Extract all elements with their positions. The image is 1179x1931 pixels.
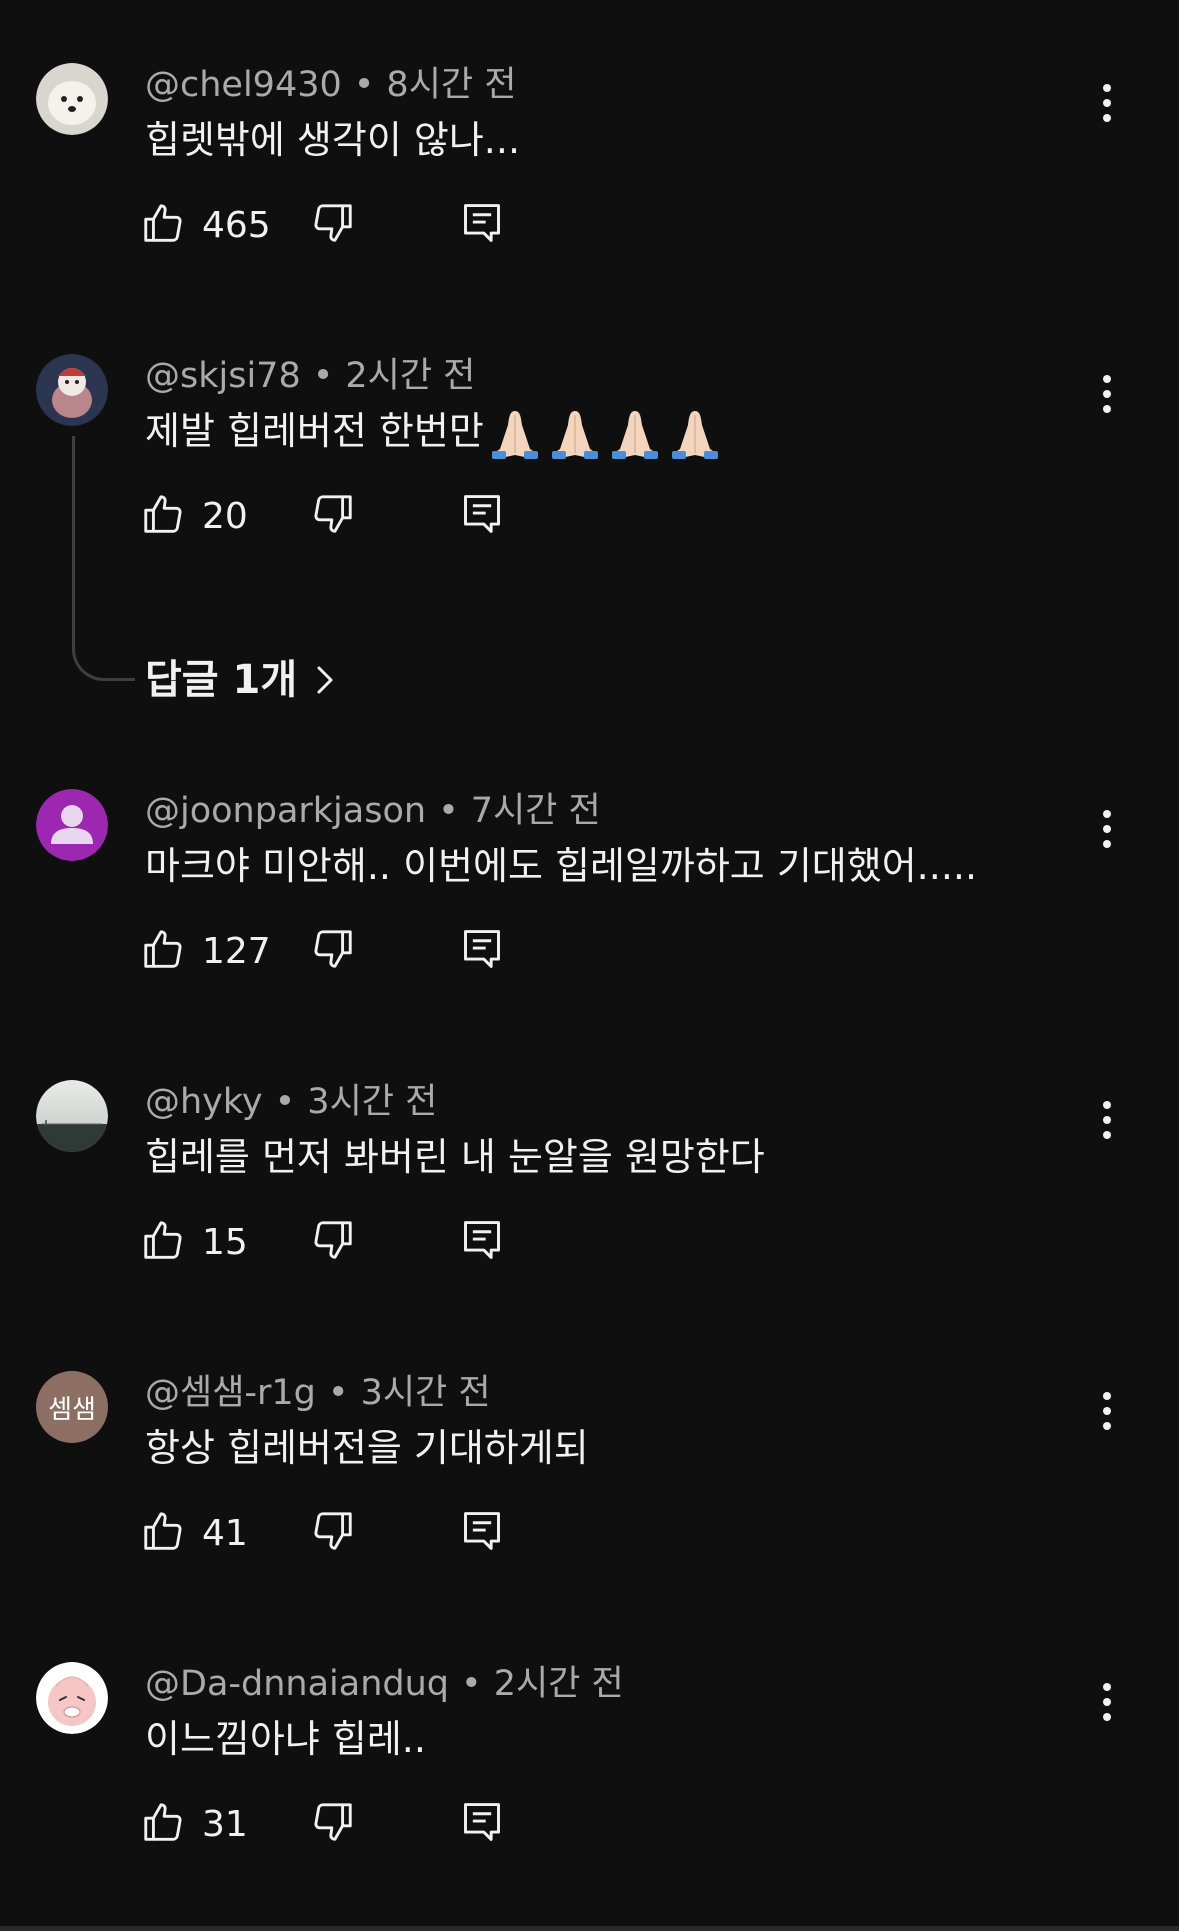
comment-text: 항상 힙레버전을 기대하게되 (145, 1426, 589, 1470)
praying-hands-emoji (488, 407, 728, 461)
comment-meta: @hyky • 3시간 전 (145, 1080, 437, 1124)
comment-time: 3시간 전 (360, 1373, 491, 1413)
more-vertical-icon[interactable] (1090, 1094, 1124, 1146)
comment-author[interactable]: @chel9430 (145, 65, 342, 105)
reply-comment-icon (460, 926, 504, 976)
avatar[interactable] (36, 63, 108, 135)
comment-actions: 31 (140, 1794, 540, 1854)
view-replies-button[interactable]: 답글 1개 (145, 652, 335, 708)
thread-connector (72, 436, 135, 681)
reply-button[interactable] (460, 195, 504, 255)
dislike-button[interactable] (310, 1212, 356, 1272)
comment-text: 마크야 미안해.. 이번에도 힙레일까하고 기대했어..... (145, 844, 978, 888)
chevron-right-icon (315, 664, 335, 696)
thumb-down-icon (310, 1799, 356, 1849)
avatar[interactable] (36, 1080, 108, 1152)
more-vertical-icon[interactable] (1090, 77, 1124, 129)
like-count: 465 (202, 204, 271, 246)
avatar-initials: 셈샘 (48, 1394, 96, 1425)
comment-text: 힙렛밖에 생각이 않나... (145, 118, 521, 162)
comment-time: 3시간 전 (307, 1082, 438, 1122)
reply-button[interactable] (460, 1212, 504, 1272)
like-button[interactable]: 127 (140, 921, 271, 981)
comment-meta: @chel9430 • 8시간 전 (145, 63, 516, 107)
reply-comment-icon (460, 491, 504, 541)
reply-comment-icon (460, 200, 504, 250)
thumb-down-icon (310, 200, 356, 250)
like-count: 127 (202, 930, 271, 972)
reply-button[interactable] (460, 921, 504, 981)
thumb-up-icon (140, 200, 186, 250)
like-button[interactable]: 41 (140, 1503, 248, 1563)
comment-text: 힙레를 먼저 봐버린 내 눈알을 원망한다 (145, 1135, 765, 1179)
comment-time: 2시간 전 (345, 356, 476, 396)
avatar[interactable] (36, 789, 108, 861)
comment-author[interactable]: @셈샘-r1g (145, 1373, 316, 1413)
reply-button[interactable] (460, 1794, 504, 1854)
like-button[interactable]: 31 (140, 1794, 248, 1854)
like-count: 20 (202, 495, 248, 537)
avatar[interactable]: 셈샘 (36, 1371, 108, 1443)
thumb-up-icon (140, 1508, 186, 1558)
bottom-divider (0, 1926, 1179, 1931)
reply-comment-icon (460, 1508, 504, 1558)
more-vertical-icon[interactable] (1090, 368, 1124, 420)
thumb-up-icon (140, 1799, 186, 1849)
reply-comment-icon (460, 1799, 504, 1849)
like-button[interactable]: 465 (140, 195, 271, 255)
meta-separator: • (461, 1664, 482, 1704)
thumb-down-icon (310, 491, 356, 541)
more-vertical-icon[interactable] (1090, 1385, 1124, 1437)
thumb-up-icon (140, 491, 186, 541)
comment-actions: 15 (140, 1212, 540, 1272)
comment-text: 제발 힙레버전 한번만 (145, 404, 728, 461)
replies-count-label: 답글 1개 (145, 657, 298, 703)
reply-comment-icon (460, 1217, 504, 1267)
more-vertical-icon[interactable] (1090, 803, 1124, 855)
comment-actions: 41 (140, 1503, 540, 1563)
more-vertical-icon[interactable] (1090, 1676, 1124, 1728)
comment-time: 7시간 전 (470, 791, 601, 831)
dislike-button[interactable] (310, 1503, 356, 1563)
like-count: 31 (202, 1803, 248, 1845)
dislike-button[interactable] (310, 195, 356, 255)
comment-meta: @skjsi78 • 2시간 전 (145, 354, 475, 398)
reply-button[interactable] (460, 1503, 504, 1563)
dislike-button[interactable] (310, 921, 356, 981)
like-count: 15 (202, 1221, 248, 1263)
comment-author[interactable]: @joonparkjason (145, 791, 426, 831)
comment-meta: @joonparkjason • 7시간 전 (145, 789, 601, 833)
dislike-button[interactable] (310, 486, 356, 546)
comment-actions: 465 (140, 195, 540, 255)
comment-actions: 127 (140, 921, 540, 981)
thumb-down-icon (310, 1217, 356, 1267)
reply-button[interactable] (460, 486, 504, 546)
thumb-up-icon (140, 926, 186, 976)
comment-text-main: 제발 힙레버전 한번만 (145, 409, 484, 453)
comment-meta: @Da-dnnaianduq • 2시간 전 (145, 1662, 624, 1706)
thumb-up-icon (140, 1217, 186, 1267)
comment-text: 이느낌아냐 힙레.. (145, 1717, 426, 1761)
like-button[interactable]: 20 (140, 486, 248, 546)
thumb-down-icon (310, 1508, 356, 1558)
avatar[interactable] (36, 354, 108, 426)
comment-author[interactable]: @hyky (145, 1082, 263, 1122)
comment-actions: 20 (140, 486, 540, 546)
comment-time: 2시간 전 (493, 1664, 624, 1704)
comment-time: 8시간 전 (386, 65, 517, 105)
comment-author[interactable]: @skjsi78 (145, 356, 301, 396)
comment-author[interactable]: @Da-dnnaianduq (145, 1664, 449, 1704)
like-button[interactable]: 15 (140, 1212, 248, 1272)
meta-separator: • (274, 1082, 296, 1122)
like-count: 41 (202, 1512, 248, 1554)
meta-separator: • (312, 356, 334, 396)
meta-separator: • (327, 1373, 349, 1413)
meta-separator: • (353, 65, 375, 105)
thumb-down-icon (310, 926, 356, 976)
dislike-button[interactable] (310, 1794, 356, 1854)
comment-meta: @셈샘-r1g • 3시간 전 (145, 1371, 491, 1415)
meta-separator: • (438, 791, 459, 831)
avatar[interactable] (36, 1662, 108, 1734)
